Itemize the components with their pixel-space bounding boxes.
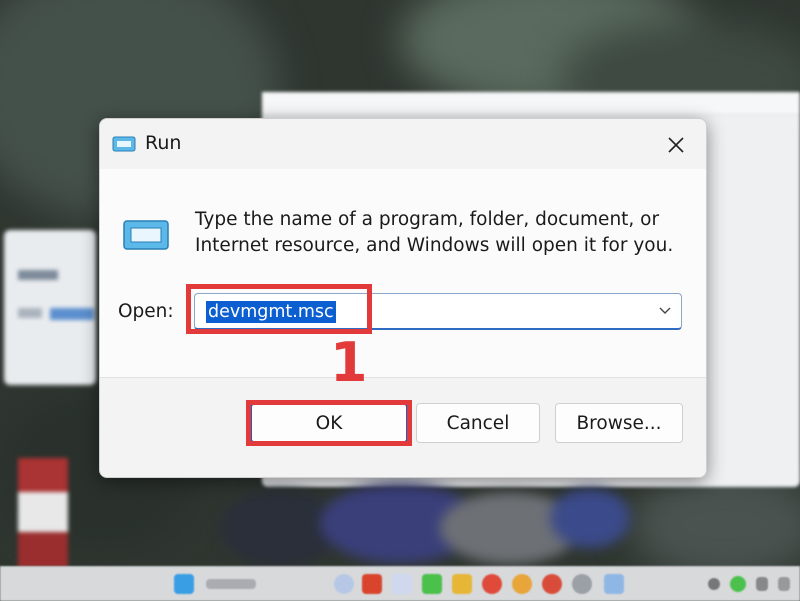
taskbar — [0, 566, 800, 601]
dialog-title: Run — [145, 132, 182, 154]
app-icon[interactable] — [604, 574, 624, 594]
folder-icon[interactable] — [452, 574, 472, 594]
tray-icon[interactable] — [730, 576, 746, 592]
chevron-down-icon[interactable] — [659, 304, 671, 316]
open-label: Open: — [118, 301, 174, 322]
motorbike-image — [220, 483, 630, 566]
tray-icon[interactable] — [708, 578, 720, 590]
chrome-icon[interactable] — [512, 574, 532, 594]
cancel-button[interactable]: Cancel — [416, 403, 540, 443]
background-window — [4, 230, 96, 385]
settings-icon[interactable] — [572, 574, 592, 594]
browse-button[interactable]: Browse... — [555, 403, 683, 443]
close-icon — [668, 137, 684, 153]
tray-icon[interactable] — [756, 577, 768, 591]
tray-icon[interactable] — [778, 577, 790, 591]
title-bar[interactable]: Run — [100, 119, 706, 169]
chat-icon[interactable] — [392, 574, 412, 594]
close-button[interactable] — [654, 127, 698, 163]
dialog-description: Type the name of a program, folder, docu… — [195, 209, 674, 256]
highlight-box-ok — [246, 400, 412, 446]
dialog-body: Type the name of a program, folder, docu… — [100, 169, 706, 377]
start-icon[interactable] — [174, 574, 194, 594]
step-number-label: 1 — [330, 331, 368, 394]
run-icon — [112, 136, 136, 152]
widget-icon[interactable] — [334, 574, 354, 594]
highlight-box-input — [186, 284, 372, 334]
office-icon[interactable] — [362, 574, 382, 594]
run-icon — [123, 220, 169, 250]
road-pole-image — [18, 458, 68, 568]
search-icon[interactable] — [206, 579, 256, 589]
app-icon[interactable] — [422, 574, 442, 594]
chrome-icon[interactable] — [482, 574, 502, 594]
chrome-icon[interactable] — [542, 574, 562, 594]
